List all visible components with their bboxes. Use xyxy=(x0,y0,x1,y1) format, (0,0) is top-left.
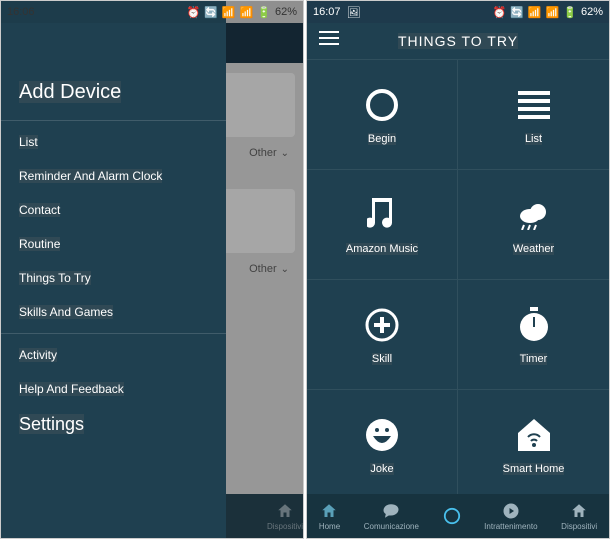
bottom-nav-comm[interactable]: Comunicazione xyxy=(364,502,419,531)
signal-icon: 📶 xyxy=(546,6,560,19)
statusbar-left: 16:06 ⏰ 🔄 📶 📶 🔋 62% xyxy=(1,1,303,23)
drawer-item-routine[interactable]: Routine xyxy=(1,227,226,261)
clock-time: 16:07 xyxy=(313,6,341,18)
wifi-icon: 📶 xyxy=(222,6,236,19)
drawer-add-device[interactable]: Add Device xyxy=(1,61,226,116)
things-to-try-screen: THINGS TO TRY Begin List Amazon Music xyxy=(307,1,609,538)
hamburger-icon xyxy=(319,31,339,45)
smart-home-icon xyxy=(514,415,554,455)
status-icons: ⏰ 🔄 📶 📶 🔋 62% xyxy=(186,6,297,19)
picture-icon: 🖼 xyxy=(347,6,361,19)
drawer-item-skills-games[interactable]: Skills And Games xyxy=(1,295,226,329)
weather-icon xyxy=(514,195,554,235)
drawer-item-activity[interactable]: Activity xyxy=(1,338,226,372)
phone-right: 16:07 🖼 ⏰ 🔄 📶 📶 🔋 62% THINGS TO TRY xyxy=(306,0,610,539)
bottom-nav-play[interactable]: Intrattenimento xyxy=(484,502,537,531)
tile-skill[interactable]: Skill xyxy=(307,279,458,389)
page-title: THINGS TO TRY xyxy=(398,33,518,49)
drawer-item-list[interactable]: List xyxy=(1,125,226,159)
tile-timer[interactable]: Timer xyxy=(458,279,609,389)
screen-header: THINGS TO TRY xyxy=(307,23,609,59)
drawer-item-things-to-try[interactable]: Things To Try xyxy=(1,261,226,295)
statusbar-right: 16:07 🖼 ⏰ 🔄 📶 📶 🔋 62% xyxy=(307,1,609,23)
bottom-nav-devices[interactable]: Dispositivi xyxy=(561,502,597,531)
devices-icon xyxy=(570,502,588,520)
battery-icon: 🔋 xyxy=(563,6,577,19)
battery-icon: 🔋 xyxy=(257,6,271,19)
tile-list[interactable]: List xyxy=(458,59,609,169)
clock-time: 16:06 xyxy=(7,6,35,18)
home-icon xyxy=(320,502,338,520)
list-icon xyxy=(514,85,554,125)
sync-icon: 🔄 xyxy=(510,6,524,19)
drawer-item-help[interactable]: Help And Feedback xyxy=(1,372,226,406)
nav-drawer: Add Device List Reminder And Alarm Clock… xyxy=(1,1,226,538)
drawer-item-contact[interactable]: Contact xyxy=(1,193,226,227)
stopwatch-icon xyxy=(514,305,554,345)
tiles-grid: Begin List Amazon Music Weather xyxy=(307,59,609,499)
bottom-nav-home[interactable]: Home xyxy=(319,502,340,531)
chat-icon xyxy=(382,502,400,520)
status-icons: ⏰ 🔄 📶 📶 🔋 62% xyxy=(492,6,603,19)
tile-smart-home[interactable]: Smart Home xyxy=(458,389,609,499)
sync-icon: 🔄 xyxy=(204,6,218,19)
tile-begin[interactable]: Begin xyxy=(307,59,458,169)
alarm-icon: ⏰ xyxy=(492,6,506,19)
alarm-icon: ⏰ xyxy=(186,6,200,19)
wifi-icon: 📶 xyxy=(528,6,542,19)
menu-button[interactable] xyxy=(319,31,339,50)
laugh-icon xyxy=(362,415,402,455)
music-icon xyxy=(362,195,402,235)
phone-left: 16:06 ⏰ 🔄 📶 📶 🔋 62% Balis Device Office.… xyxy=(0,0,304,539)
bottom-nav-right: Home Comunicazione Intrattenimento Dispo… xyxy=(307,494,609,538)
tile-weather[interactable]: Weather xyxy=(458,169,609,279)
play-icon xyxy=(502,502,520,520)
signal-icon: 📶 xyxy=(240,6,254,19)
ring-icon xyxy=(362,85,402,125)
drawer-item-reminder[interactable]: Reminder And Alarm Clock xyxy=(1,159,226,193)
battery-text: 62% xyxy=(581,6,603,18)
bottom-nav-alexa[interactable] xyxy=(443,507,461,525)
tile-amazon-music[interactable]: Amazon Music xyxy=(307,169,458,279)
alexa-ring-icon xyxy=(443,507,461,525)
tile-joke[interactable]: Joke xyxy=(307,389,458,499)
battery-text: 62% xyxy=(275,6,297,18)
drawer-item-settings[interactable]: Settings xyxy=(1,406,226,447)
plus-circle-icon xyxy=(362,305,402,345)
